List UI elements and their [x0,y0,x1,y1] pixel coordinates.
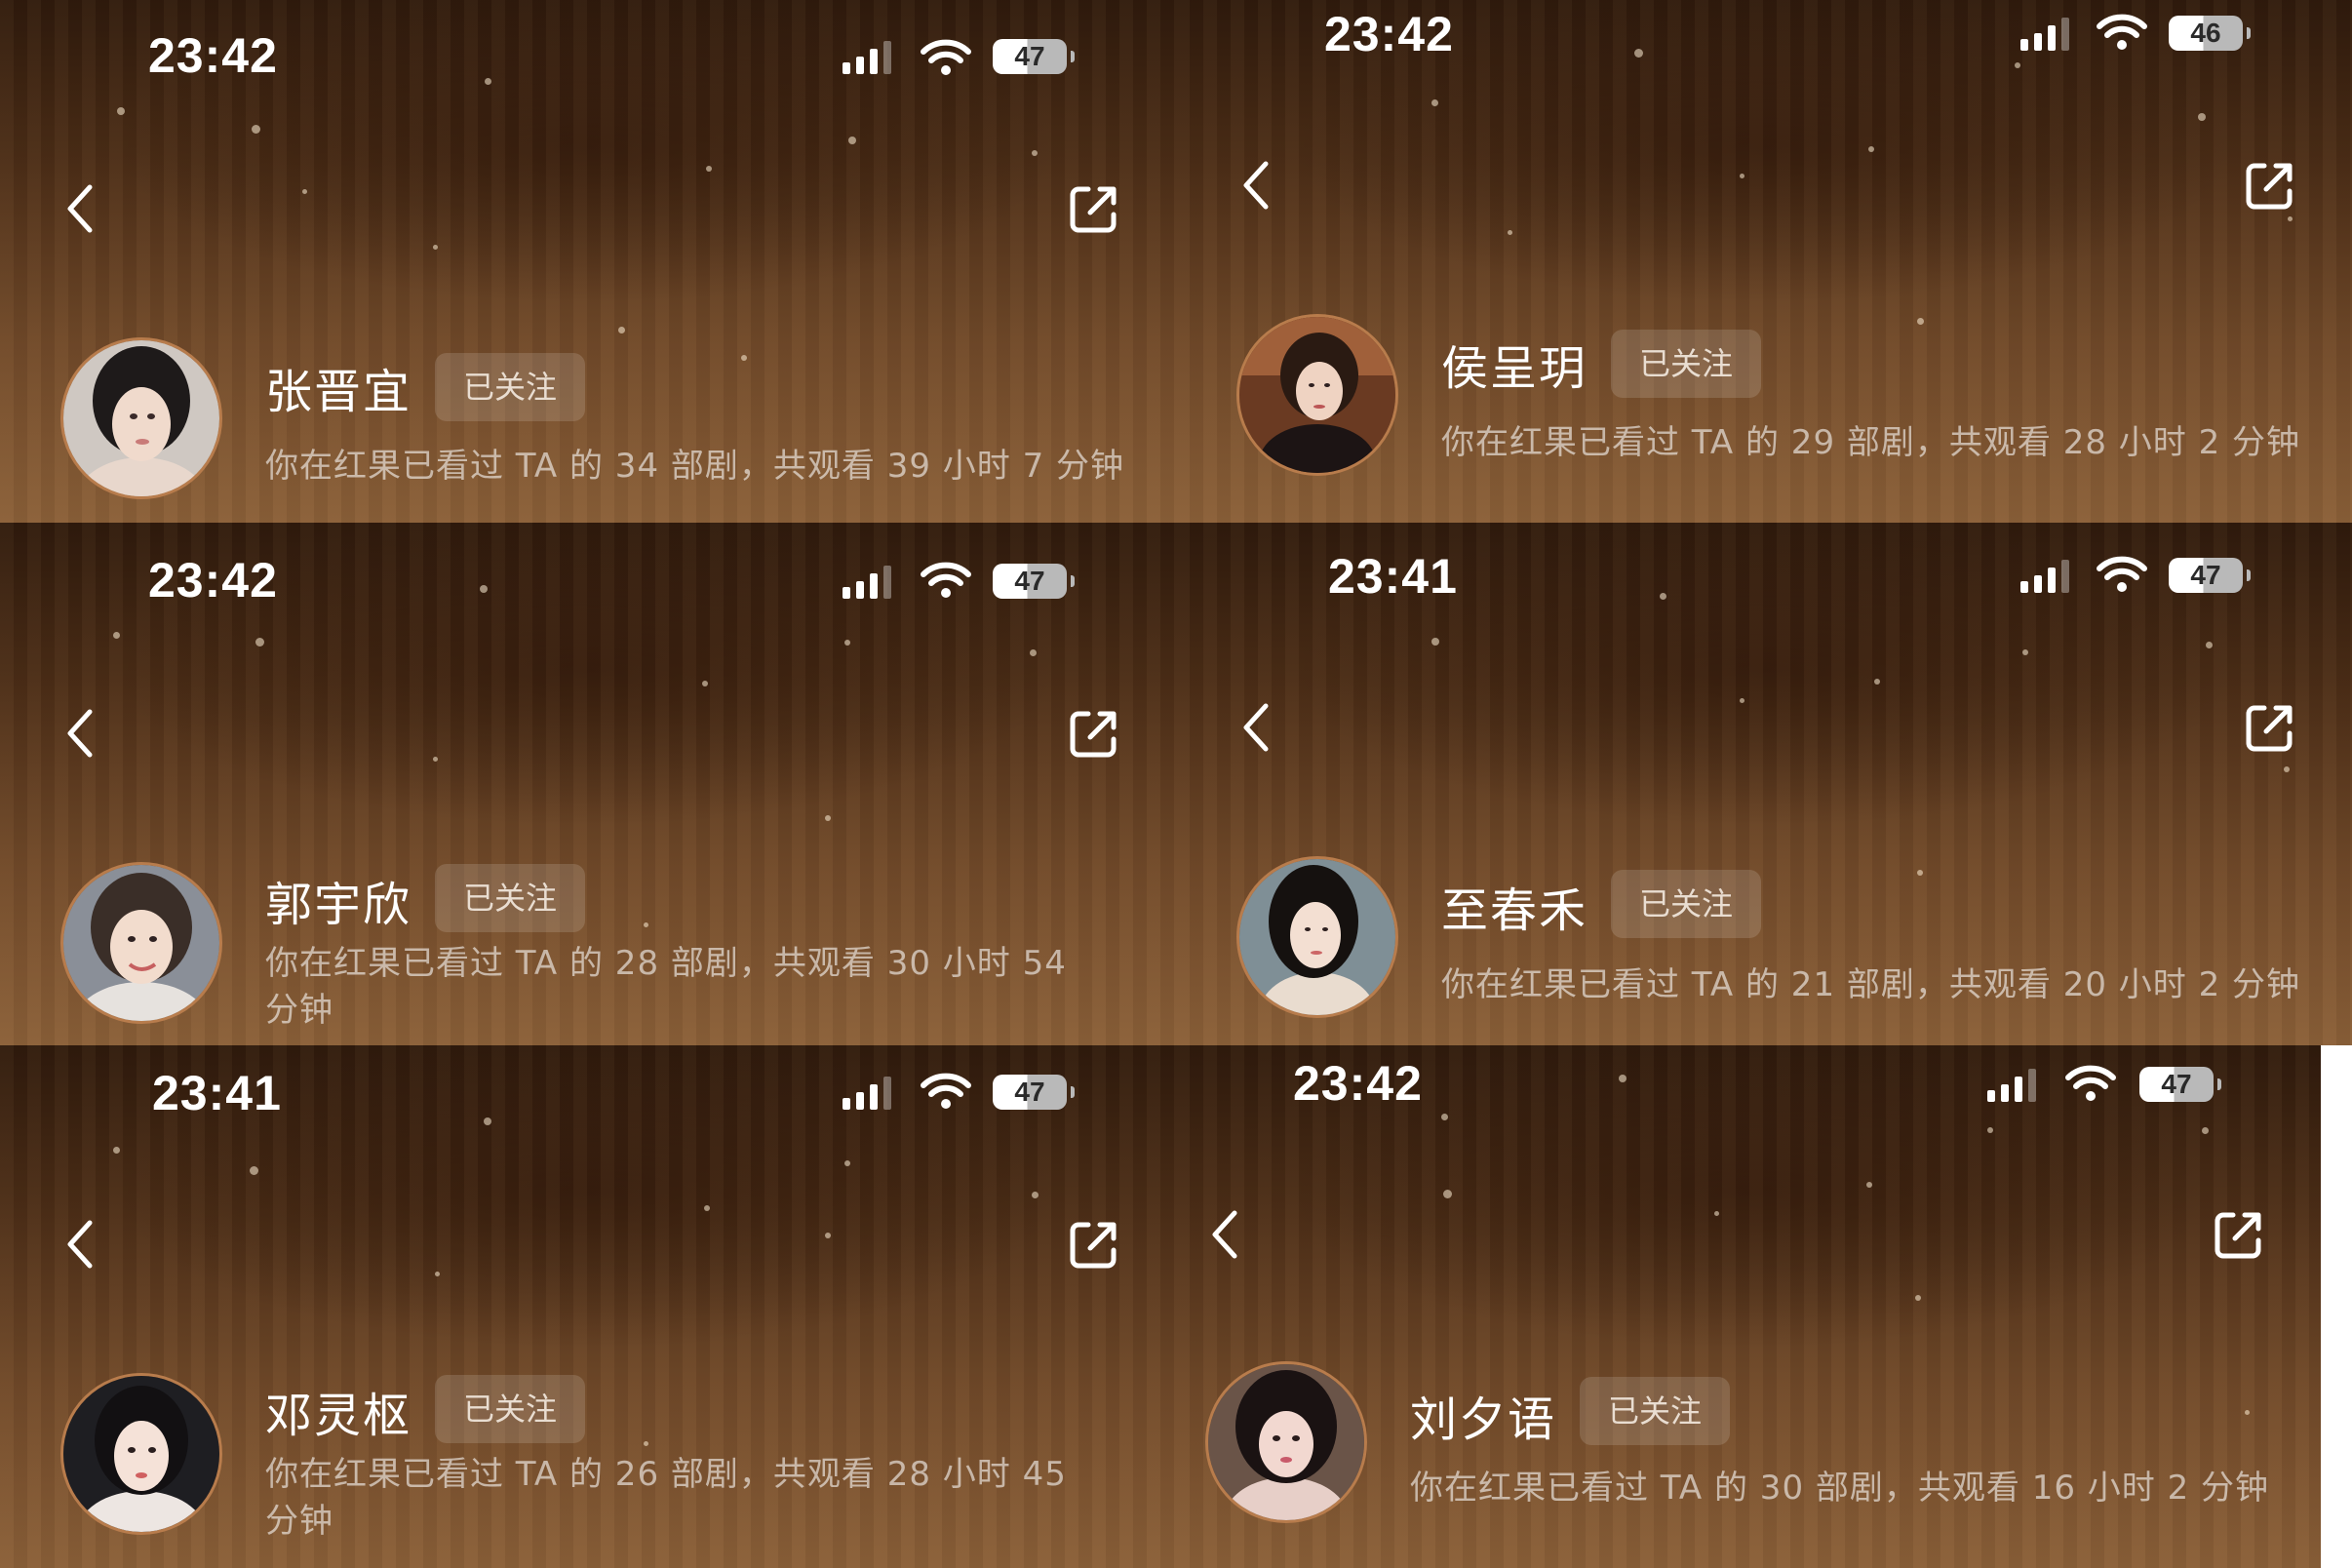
cellular-signal-icon [2020,558,2079,593]
wifi-icon [2097,14,2147,50]
actor-profile-card: 23:42 47 郭宇欣 已关注 你在红果已看过 TA 的 28 部剧，共观看 … [0,523,1176,1045]
avatar[interactable] [1236,314,1398,476]
cellular-signal-icon [1987,1067,2046,1102]
status-bar-time: 23:41 [152,1066,282,1120]
status-bar-time: 23:42 [1293,1056,1423,1111]
wifi-icon [921,562,971,598]
status-bar-time: 23:42 [148,28,278,83]
status-bar-time: 23:42 [148,553,278,608]
share-icon[interactable] [1067,706,1121,761]
back-chevron-icon[interactable] [60,1217,99,1272]
wifi-icon [2065,1065,2116,1101]
following-button[interactable]: 已关注 [435,353,585,421]
following-button[interactable]: 已关注 [435,864,585,932]
actor-name: 侯呈玥 [1441,341,1588,396]
battery-icon: 47 [993,39,1075,74]
share-icon[interactable] [2212,1207,2266,1262]
cellular-signal-icon [843,1075,901,1110]
watch-stats: 你在红果已看过 TA 的 29 部剧，共观看 28 小时 2 分钟 [1441,423,2301,462]
wifi-icon [2097,556,2147,592]
following-button[interactable]: 已关注 [1580,1377,1730,1445]
actor-profile-card: 23:42 47 刘夕语 已关注 你在红果已看过 TA 的 30 部剧，共观看 … [1176,1045,2321,1568]
actor-name: 邓灵枢 [265,1389,412,1443]
actor-name: 至春禾 [1441,883,1588,938]
back-chevron-icon[interactable] [1236,158,1275,213]
battery-icon: 47 [993,1075,1075,1110]
cellular-signal-icon [2020,16,2079,51]
watch-stats: 你在红果已看过 TA 的 34 部剧，共观看 39 小时 7 分钟 [265,447,1125,486]
wifi-icon [921,39,971,75]
back-chevron-icon[interactable] [1236,700,1275,755]
actor-name: 张晋宜 [265,365,412,419]
watch-stats: 你在红果已看过 TA 的 28 部剧，共观看 30 小时 54 分钟 [265,944,1067,1030]
share-icon[interactable] [1067,181,1121,236]
avatar[interactable] [60,862,222,1024]
actor-profile-card: 23:41 47 至春禾 已关注 你在红果已看过 TA 的 21 部剧，共观看 … [1176,523,2352,1045]
share-icon[interactable] [2243,700,2297,755]
wifi-icon [921,1073,971,1109]
battery-icon: 46 [2169,16,2251,51]
avatar[interactable] [60,337,222,499]
battery-icon: 47 [993,564,1075,599]
share-icon[interactable] [2243,158,2297,213]
back-chevron-icon[interactable] [60,181,99,236]
following-button[interactable]: 已关注 [1611,870,1761,938]
actor-profile-card: 23:42 46 侯呈玥 已关注 你在红果已看过 TA 的 29 部剧，共观看 … [1176,0,2352,523]
actor-profile-card: 23:42 47 张晋宜 已关注 你在红果已看过 TA 的 34 部剧，共观看 … [0,0,1176,523]
status-bar-time: 23:42 [1324,7,1454,61]
watch-stats: 你在红果已看过 TA 的 26 部剧，共观看 28 小时 45 分钟 [265,1455,1067,1541]
following-button[interactable]: 已关注 [435,1375,585,1443]
back-chevron-icon[interactable] [60,706,99,761]
actor-name: 刘夕语 [1410,1392,1557,1447]
cellular-signal-icon [843,564,901,599]
back-chevron-icon[interactable] [1205,1207,1244,1262]
share-icon[interactable] [1067,1217,1121,1272]
actor-name: 郭宇欣 [265,878,412,932]
avatar[interactable] [1205,1361,1367,1523]
following-button[interactable]: 已关注 [1611,330,1761,398]
avatar[interactable] [60,1373,222,1535]
battery-icon: 47 [2139,1067,2221,1102]
status-bar-time: 23:41 [1328,549,1458,604]
avatar[interactable] [1236,856,1398,1018]
actor-profile-card: 23:41 47 邓灵枢 已关注 你在红果已看过 TA 的 26 部剧，共观看 … [0,1045,1176,1568]
cellular-signal-icon [843,39,901,74]
watch-stats: 你在红果已看过 TA 的 30 部剧，共观看 16 小时 2 分钟 [1410,1469,2270,1508]
battery-icon: 47 [2169,558,2251,593]
watch-stats: 你在红果已看过 TA 的 21 部剧，共观看 20 小时 2 分钟 [1441,965,2301,1004]
